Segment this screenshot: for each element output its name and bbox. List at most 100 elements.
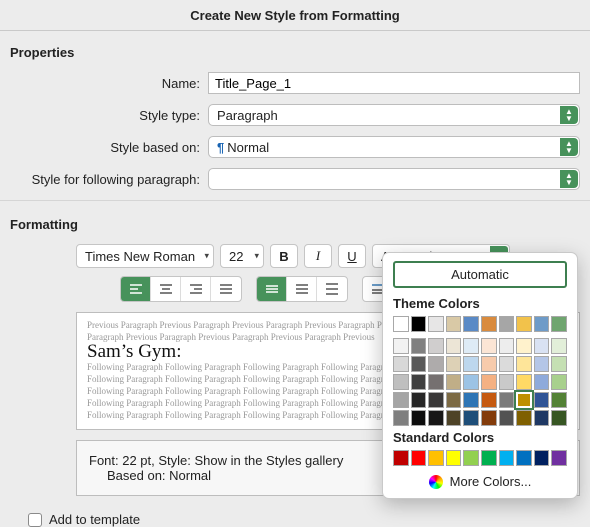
color-swatch[interactable] <box>481 356 497 372</box>
align-center-button[interactable] <box>151 277 181 301</box>
color-swatch[interactable] <box>481 316 497 332</box>
color-swatch[interactable] <box>446 338 462 354</box>
color-swatch[interactable] <box>411 338 427 354</box>
color-swatch[interactable] <box>499 356 515 372</box>
color-swatch[interactable] <box>516 338 532 354</box>
color-swatch[interactable] <box>393 374 409 390</box>
color-swatch[interactable] <box>499 410 515 426</box>
color-swatch[interactable] <box>411 392 427 408</box>
color-swatch[interactable] <box>428 338 444 354</box>
color-swatch[interactable] <box>534 374 550 390</box>
color-swatch[interactable] <box>551 356 567 372</box>
color-swatch[interactable] <box>411 316 427 332</box>
color-swatch[interactable] <box>411 450 427 466</box>
align-left-button[interactable] <box>121 277 151 301</box>
color-swatch[interactable] <box>463 338 479 354</box>
color-swatch[interactable] <box>499 374 515 390</box>
color-swatch[interactable] <box>551 316 567 332</box>
color-swatch[interactable] <box>534 392 550 408</box>
color-swatch[interactable] <box>393 450 409 466</box>
standard-colors-header: Standard Colors <box>393 430 567 445</box>
line-spacing-1-button[interactable] <box>257 277 287 301</box>
color-swatch[interactable] <box>516 374 532 390</box>
color-swatch[interactable] <box>428 316 444 332</box>
color-swatch[interactable] <box>428 410 444 426</box>
color-swatch[interactable] <box>481 338 497 354</box>
color-swatch[interactable] <box>534 316 550 332</box>
color-swatch[interactable] <box>499 338 515 354</box>
style-following-select[interactable] <box>208 168 580 190</box>
style-type-select[interactable]: Paragraph <box>208 104 580 126</box>
color-swatch[interactable] <box>463 374 479 390</box>
color-swatch[interactable] <box>393 410 409 426</box>
color-swatch[interactable] <box>428 374 444 390</box>
color-swatch[interactable] <box>499 450 515 466</box>
color-swatch[interactable] <box>481 450 497 466</box>
color-swatch[interactable] <box>428 356 444 372</box>
color-swatch[interactable] <box>534 356 550 372</box>
line-spacing-2-button[interactable] <box>317 277 347 301</box>
style-name-input[interactable] <box>208 72 580 94</box>
font-size-value: 22 <box>229 249 243 264</box>
color-swatch[interactable] <box>393 392 409 408</box>
color-swatch[interactable] <box>463 450 479 466</box>
color-swatch[interactable] <box>393 338 409 354</box>
color-swatch[interactable] <box>446 450 462 466</box>
color-swatch[interactable] <box>411 356 427 372</box>
color-swatch[interactable] <box>516 316 532 332</box>
color-swatch[interactable] <box>446 392 462 408</box>
theme-colors-header: Theme Colors <box>393 296 567 311</box>
color-swatch[interactable] <box>499 392 515 408</box>
bold-button[interactable]: B <box>270 244 298 268</box>
color-swatch[interactable] <box>463 356 479 372</box>
color-swatch[interactable] <box>534 450 550 466</box>
color-swatch[interactable] <box>516 450 532 466</box>
color-swatch[interactable] <box>516 356 532 372</box>
color-swatch[interactable] <box>428 450 444 466</box>
add-to-template-checkbox[interactable] <box>28 513 42 527</box>
align-center-icon <box>158 282 174 296</box>
color-swatch[interactable] <box>551 392 567 408</box>
color-swatch[interactable] <box>446 410 462 426</box>
color-swatch[interactable] <box>551 338 567 354</box>
color-swatch[interactable] <box>446 356 462 372</box>
align-right-button[interactable] <box>181 277 211 301</box>
color-swatch[interactable] <box>411 374 427 390</box>
font-size-select[interactable]: 22 ▾ <box>220 244 264 268</box>
underline-button[interactable]: U <box>338 244 366 268</box>
align-left-icon <box>128 282 144 296</box>
line-spacing-15-button[interactable] <box>287 277 317 301</box>
style-based-on-select[interactable]: ¶ Normal <box>208 136 580 158</box>
color-swatch[interactable] <box>446 316 462 332</box>
more-colors-label: More Colors... <box>450 474 532 489</box>
color-swatch[interactable] <box>551 450 567 466</box>
more-colors-button[interactable]: More Colors... <box>393 474 567 489</box>
color-swatch[interactable] <box>393 356 409 372</box>
caret-down-icon: ▾ <box>204 251 209 262</box>
color-swatch[interactable] <box>516 410 532 426</box>
color-swatch[interactable] <box>481 410 497 426</box>
automatic-color-button[interactable]: Automatic <box>393 261 567 288</box>
italic-button[interactable]: I <box>304 244 332 268</box>
font-family-select[interactable]: Times New Roman ▾ <box>76 244 214 268</box>
alignment-group <box>120 276 242 302</box>
color-swatch[interactable] <box>463 392 479 408</box>
color-swatch[interactable] <box>481 374 497 390</box>
color-swatch[interactable] <box>534 338 550 354</box>
color-swatch[interactable] <box>481 392 497 408</box>
color-swatch[interactable] <box>393 316 409 332</box>
align-justify-button[interactable] <box>211 277 241 301</box>
pilcrow-icon: ¶ <box>217 140 224 155</box>
color-swatch[interactable] <box>551 374 567 390</box>
color-swatch[interactable] <box>516 392 532 408</box>
color-swatch[interactable] <box>534 410 550 426</box>
color-swatch[interactable] <box>428 392 444 408</box>
color-swatch[interactable] <box>411 410 427 426</box>
section-header-formatting: Formatting <box>0 203 590 240</box>
color-swatch[interactable] <box>499 316 515 332</box>
color-swatch[interactable] <box>446 374 462 390</box>
color-swatch[interactable] <box>463 410 479 426</box>
caret-down-icon: ▾ <box>254 251 259 262</box>
color-swatch[interactable] <box>551 410 567 426</box>
color-swatch[interactable] <box>463 316 479 332</box>
